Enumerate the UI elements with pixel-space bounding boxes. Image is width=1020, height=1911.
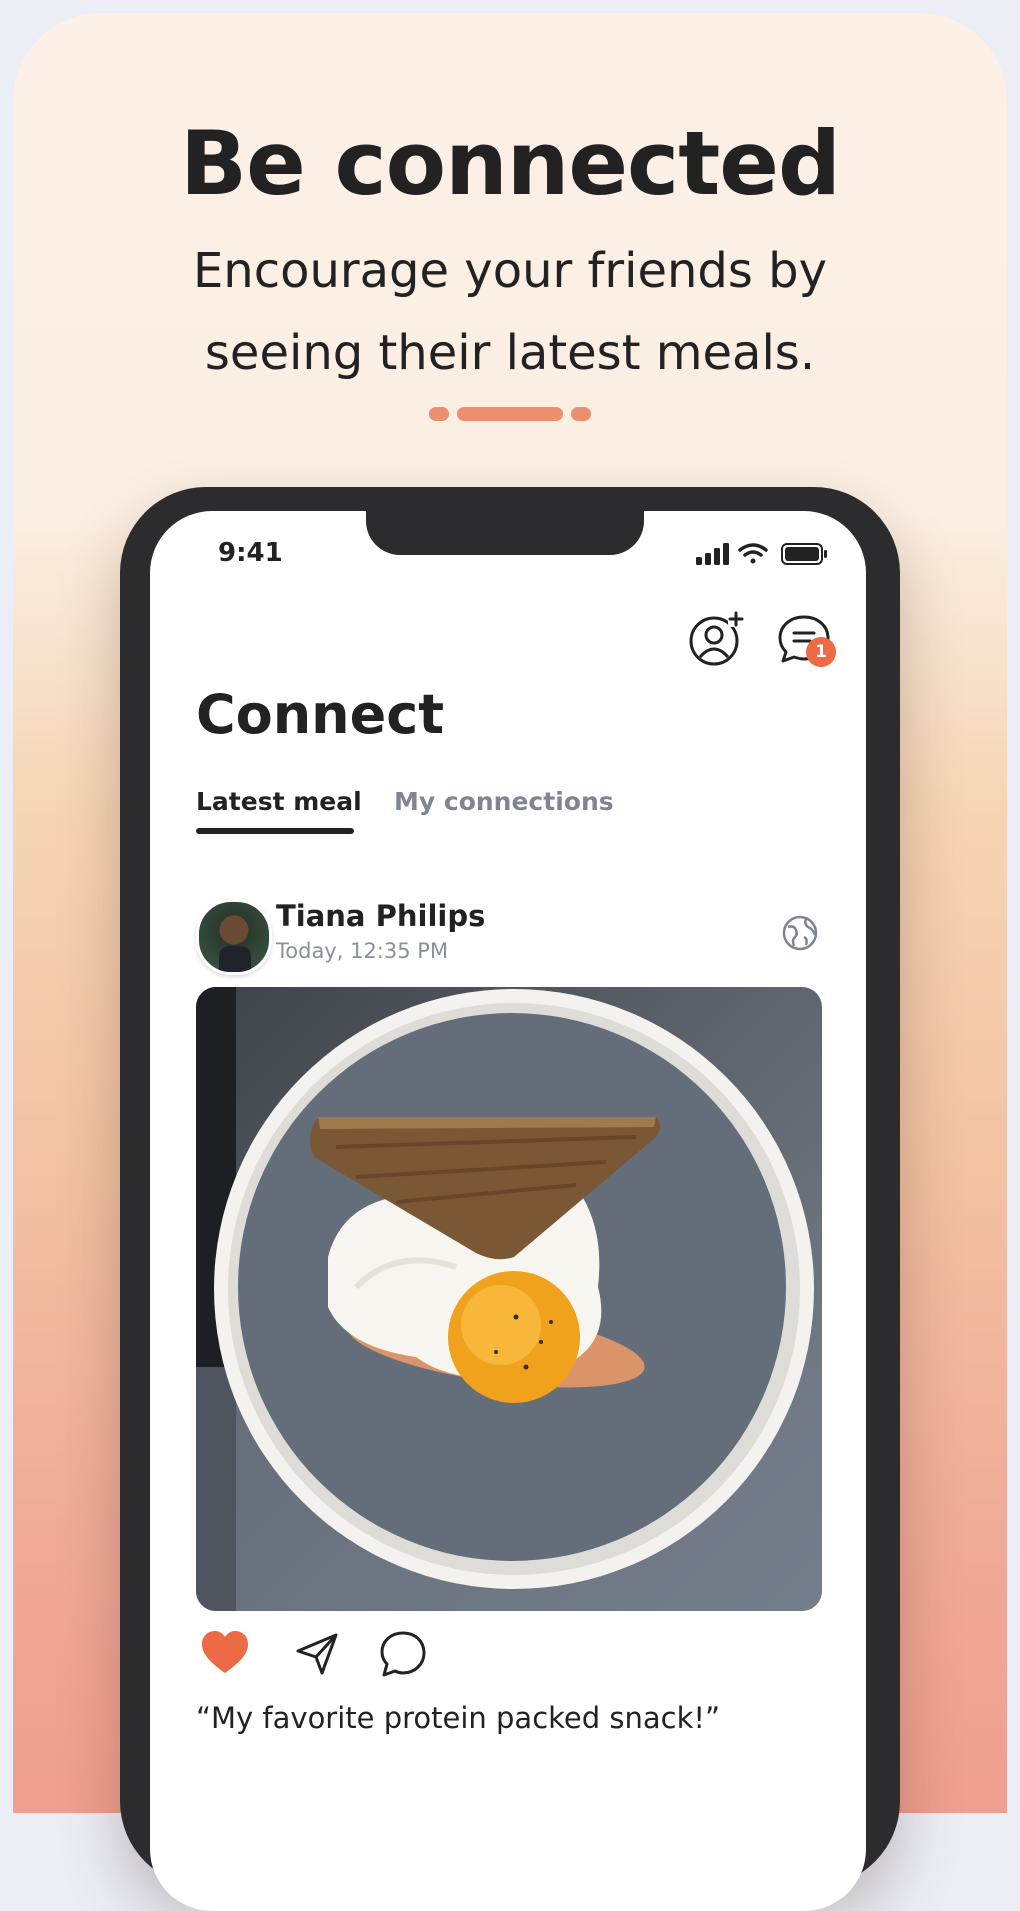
promo-subline-line-2: seeing their latest meals. bbox=[204, 325, 816, 381]
promo-subline: Encourage your friends by seeing their l… bbox=[0, 230, 1020, 394]
status-time: 9:41 bbox=[218, 538, 283, 568]
phone-frame: 9:41 1 Connect Latest meal My connection… bbox=[120, 487, 900, 1911]
meal-photo[interactable] bbox=[196, 987, 822, 1611]
avatar[interactable] bbox=[196, 899, 272, 975]
phone-notch bbox=[366, 511, 644, 555]
post-caption: “My favorite protein packed snack!” bbox=[196, 1701, 721, 1735]
post-timestamp: Today, 12:35 PM bbox=[276, 939, 449, 963]
battery-icon bbox=[781, 543, 827, 565]
wifi-icon bbox=[738, 543, 768, 564]
globe-icon[interactable] bbox=[780, 913, 820, 953]
tab-latest-meal[interactable]: Latest meal bbox=[196, 787, 362, 816]
add-user-icon[interactable] bbox=[688, 611, 744, 667]
status-icons bbox=[696, 543, 827, 565]
avatar-figure bbox=[219, 946, 251, 972]
comment-icon[interactable] bbox=[378, 1629, 428, 1679]
phone-screen: 9:41 1 Connect Latest meal My connection… bbox=[150, 511, 866, 1911]
heart-icon[interactable] bbox=[200, 1629, 250, 1679]
active-tab-underline bbox=[196, 828, 354, 834]
carousel-indicator[interactable] bbox=[0, 407, 1020, 421]
carousel-dot-1[interactable] bbox=[429, 407, 449, 421]
meal-photo-illustration bbox=[196, 987, 822, 1611]
signal-icon bbox=[696, 543, 729, 565]
page-title: Connect bbox=[196, 683, 445, 746]
tab-my-connections[interactable]: My connections bbox=[394, 787, 614, 816]
carousel-dot-3[interactable] bbox=[571, 407, 591, 421]
promo-headline: Be connected bbox=[180, 112, 841, 215]
carousel-dot-2-active[interactable] bbox=[457, 407, 563, 421]
post-user-name[interactable]: Tiana Philips bbox=[276, 899, 485, 933]
promo-subline-line-1: Encourage your friends by bbox=[192, 243, 828, 299]
send-icon[interactable] bbox=[292, 1629, 342, 1679]
notification-badge: 1 bbox=[806, 637, 836, 667]
